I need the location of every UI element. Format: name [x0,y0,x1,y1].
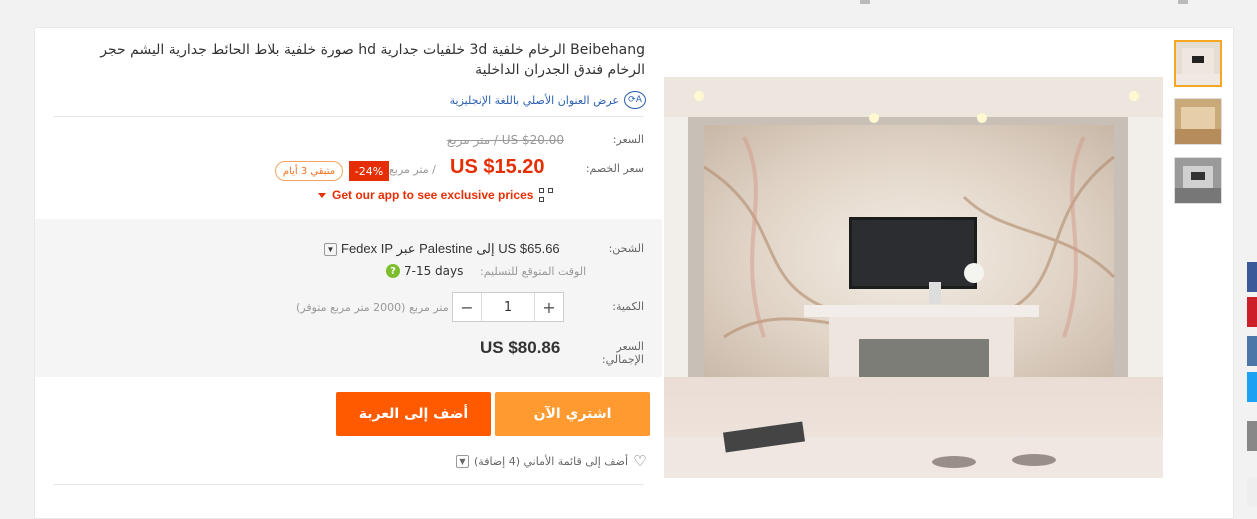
eta-value: 7-15 days [404,264,464,278]
eta: ? 7-15 days [386,264,463,278]
vk-share-icon[interactable] [1247,336,1257,366]
scroll-to-top-button[interactable] [1247,477,1257,507]
chevron-down-icon[interactable]: ▼ [456,454,469,468]
qr-code-icon [539,188,554,202]
quantity-available: متر مربع (2000 متر مربع متوفر) [296,301,449,314]
buy-now-button[interactable]: اشتري الآن [495,392,650,436]
divider [54,484,644,485]
translate-icon: A⟳ [624,91,646,109]
quantity-input[interactable]: 1 [481,293,535,321]
pinterest-share-icon[interactable] [1247,297,1257,327]
discount-price: US $15.20 [450,156,545,178]
dropdown-triangle-icon [318,192,326,198]
discount-price-label: سعر الخصم: [585,162,644,175]
price-unit: / متر مربع [389,163,436,176]
app-price-prompt[interactable]: Get our app to see exclusive prices [318,188,554,202]
total-price: US $80.86 [480,338,561,357]
heart-plus-icon: ♡ [633,452,647,470]
app-prompt-text: Get our app to see exclusive prices [332,188,534,202]
chevron-down-icon: ▼ [324,242,337,256]
thumbnail-3[interactable] [1174,157,1222,204]
original-price: US $20.00 / متر مربع [446,133,564,147]
top-bar-mark [860,0,870,4]
shipping-text: US $65.66 إلى Palestine عبر Fedex IP [341,241,560,256]
more-share-icon[interactable] [1247,421,1257,451]
decrease-quantity-button[interactable]: − [453,293,481,321]
show-original-title-link[interactable]: A⟳ عرض العنوان الأصلي باللغة الإنجليزية [440,91,646,109]
add-to-cart-button[interactable]: أضف إلى العربة [336,392,491,436]
wishlist-label: أضف إلى قائمة الأماني (4 إضافة) [474,454,629,468]
divider [54,116,644,117]
top-bar-mark [1178,0,1188,4]
shipping-label: الشحن: [608,242,644,255]
show-original-title-label: عرض العنوان الأصلي باللغة الإنجليزية [449,93,619,107]
product-title: Beibehang الرخام خلفية 3d خلفيات جدارية … [100,42,645,78]
shipping-selector[interactable]: US $65.66 إلى Palestine عبر Fedex IP ▼ [324,241,560,257]
twitter-share-icon[interactable] [1247,372,1257,402]
days-left-badge: متبقي 3 أيام [275,161,343,181]
thumbnail-2[interactable] [1174,98,1222,145]
facebook-share-icon[interactable] [1247,262,1257,292]
quantity-stepper: − 1 + [452,292,564,322]
quantity-label: الكمية: [612,300,644,313]
product-main-image[interactable] [664,77,1163,478]
total-price-label: السعر الإجمالي: [601,340,644,366]
increase-quantity-button[interactable]: + [535,293,563,321]
discount-badge: -24% [349,161,389,181]
eta-label: الوقت المتوقع للتسليم: [480,265,587,278]
price-label: السعر: [612,133,644,146]
thumbnail-1[interactable] [1174,40,1222,87]
help-icon[interactable]: ? [386,264,400,278]
top-bar [0,0,1257,14]
add-to-wishlist[interactable]: ♡ أضف إلى قائمة الأماني (4 إضافة) ▼ [456,452,647,470]
